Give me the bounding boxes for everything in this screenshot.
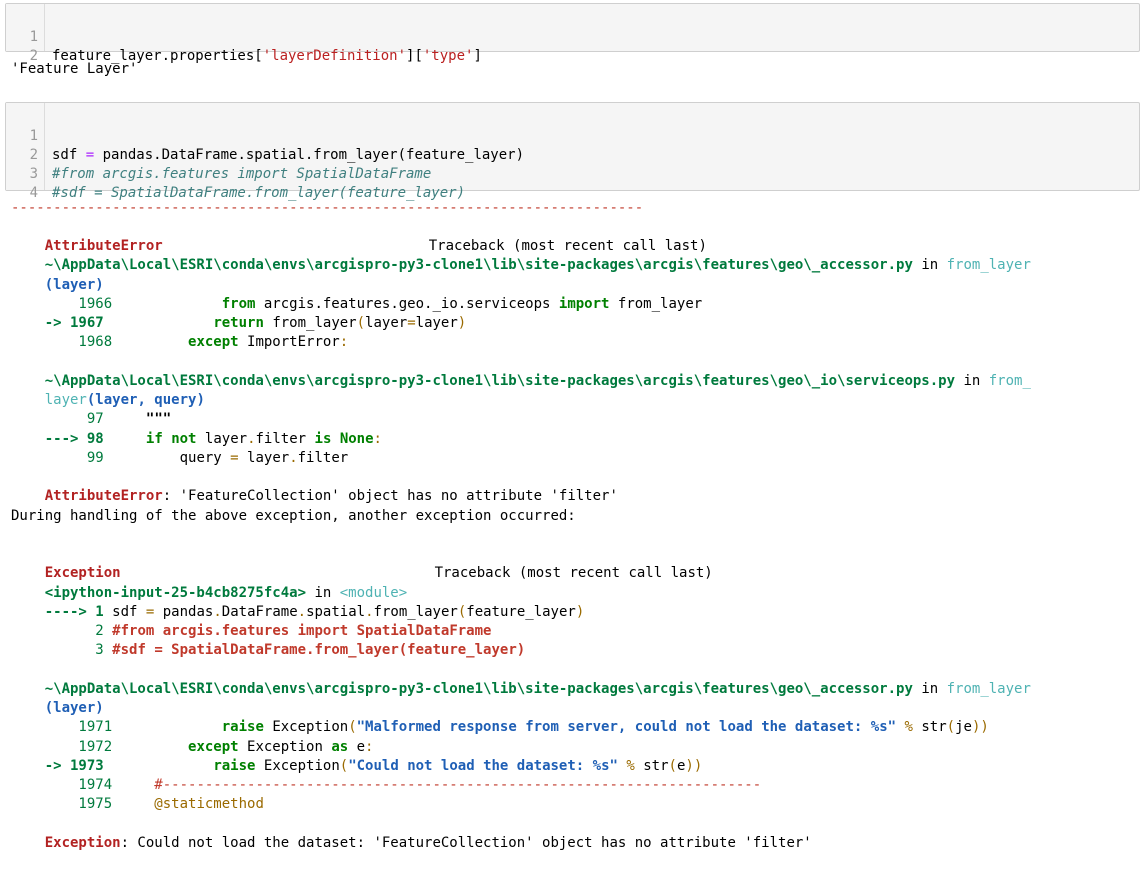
traceback-header: Exception Traceback (most recent call las…	[44, 565, 713, 581]
traceback-source-line-current: -> 1967 return from_layer(layer=layer)	[44, 315, 467, 331]
traceback-separator: ----------------------------------------…	[11, 200, 644, 216]
traceback-source-line: 1968 except ImportError:	[44, 334, 349, 350]
traceback-source-line-current: ---> 98 if not layer.filter is None:	[44, 431, 382, 447]
traceback-source-line: 99 query = layer.filter	[44, 450, 349, 466]
traceback-source-line: 2 #from arcgis.features import SpatialDa…	[44, 623, 492, 639]
traceback-source-line: 3 #sdf = SpatialDataFrame.from_layer(fea…	[44, 642, 526, 658]
chained-exception-note: During handling of the above exception, …	[11, 508, 576, 524]
error-message: Exception: Could not load the dataset: '…	[44, 835, 812, 851]
traceback-frame-path: ~\AppData\Local\ESRI\conda\envs\arcgispr…	[44, 373, 1031, 389]
cell-output: 'Feature Layer'	[11, 61, 138, 77]
traceback-frame-path: ~\AppData\Local\ESRI\conda\envs\arcgispr…	[44, 681, 1031, 697]
traceback-source-line: 97 """	[44, 411, 172, 427]
code-cell-1[interactable]: 1 feature_layer.properties['layerDefinit…	[5, 3, 1140, 64]
traceback-source-line: 1972 except Exception as e:	[44, 739, 374, 755]
traceback-source-line: 1966 from arcgis.features.geo._io.servic…	[44, 296, 703, 312]
error-message: AttributeError: 'FeatureCollection' obje…	[44, 488, 618, 504]
traceback-frame-path: ~\AppData\Local\ESRI\conda\envs\arcgispr…	[44, 257, 1031, 273]
traceback-frame-args: (layer)	[44, 700, 104, 716]
traceback-frame-args: layer(layer, query)	[44, 392, 205, 408]
traceback-source-line: 1971 raise Exception("Malformed response…	[44, 719, 989, 735]
traceback-frame-args: (layer)	[44, 277, 104, 293]
traceback-source-line-current: ----> 1 sdf = pandas.DataFrame.spatial.f…	[44, 604, 585, 620]
traceback-source-line: 1974 #----------------------------------…	[44, 777, 762, 793]
traceback-source-line-current: -> 1973 raise Exception("Could not load …	[44, 758, 703, 774]
code-cell-2[interactable]: 1 sdf = pandas.DataFrame.spatial.from_la…	[5, 102, 1140, 201]
traceback-header: AttributeError Traceback (most recent cal…	[44, 238, 707, 254]
traceback-frame-path: <ipython-input-25-b4cb8275fc4a> in <modu…	[44, 585, 408, 601]
traceback-source-line: 1975 @staticmethod	[44, 796, 264, 812]
